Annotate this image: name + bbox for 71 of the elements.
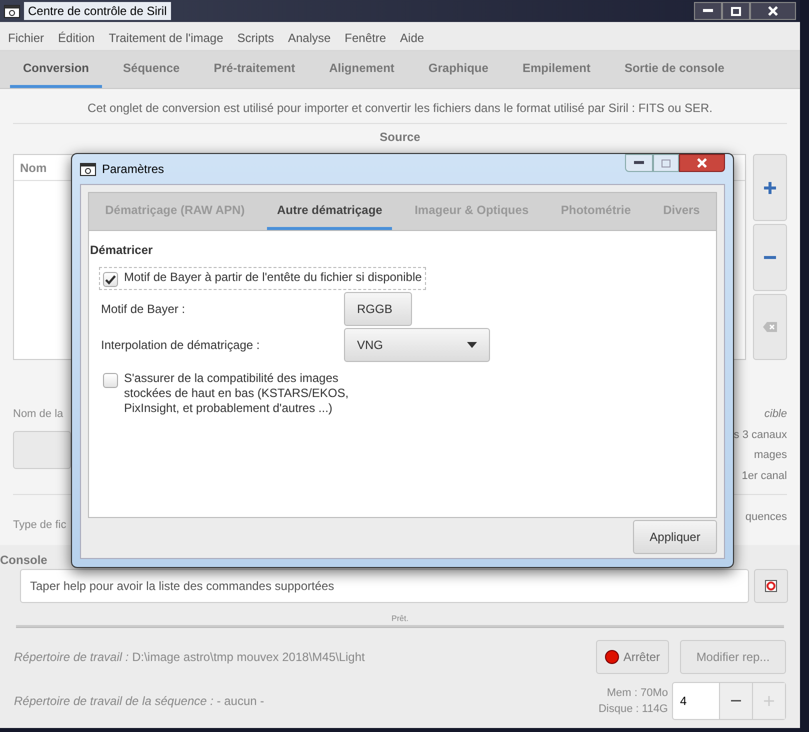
minus-icon — [731, 700, 741, 702]
checkbox[interactable] — [103, 272, 118, 287]
checkbox-label: Motif de Bayer à partir de l'entête du fichier si disponible — [124, 270, 422, 285]
close-button[interactable] — [750, 2, 796, 20]
tab[interactable]: Séquence — [110, 51, 193, 88]
checkbox-row[interactable]: S'assurer de la compatibilité des images stockées de haut en bas (KSTARS/EKOS, PixInsight, et probablement d'autres ...) — [99, 368, 363, 419]
memory-text: Mem : 70Mo — [606, 686, 668, 700]
option-label: mages — [754, 448, 787, 463]
check-icon — [105, 274, 116, 284]
column-header[interactable]: Nom — [20, 158, 47, 176]
checkbox[interactable] — [103, 373, 118, 388]
tab[interactable]: Sortie de console — [611, 51, 738, 88]
text-field[interactable] — [13, 430, 71, 468]
menu-item[interactable]: Édition — [58, 28, 95, 46]
console-label: Console — [0, 552, 48, 569]
checkbox-row[interactable]: Motif de Bayer à partir de l'entête du fichier si disponible — [99, 267, 426, 290]
lifebuoy-icon — [765, 580, 777, 592]
dropdown[interactable]: VNG — [344, 328, 490, 362]
minimize-button[interactable] — [694, 2, 722, 20]
minimize-icon — [634, 161, 644, 165]
menu-item[interactable]: Aide — [400, 28, 424, 46]
plus-icon — [764, 182, 776, 194]
menu-item[interactable]: Analyse — [288, 28, 331, 46]
maximize-button[interactable] — [722, 2, 750, 20]
plus-icon — [764, 696, 774, 706]
window-title: Centre de contrôle de Siril — [24, 2, 171, 20]
tab[interactable]: Pré-traitement — [200, 51, 308, 88]
dialog-title: Paramètres — [102, 161, 164, 178]
minus-icon — [764, 256, 776, 260]
disk-text: Disque : 114G — [598, 702, 668, 717]
close-icon — [768, 6, 778, 16]
tab[interactable]: Empilement — [509, 51, 604, 88]
apply-button[interactable]: Appliquer — [633, 520, 717, 554]
clear-icon — [763, 322, 777, 332]
field-label: Interpolation de dématriçage : — [101, 337, 261, 354]
menu-item[interactable]: Scripts — [237, 28, 274, 46]
option-label: quences — [745, 510, 787, 525]
console-icon-button[interactable] — [754, 569, 788, 603]
menu-item[interactable]: Traitement de l'image — [108, 28, 224, 46]
status-text: Prêt. — [390, 613, 410, 625]
caret-icon — [467, 342, 477, 348]
field-label: Nom de la — [13, 407, 64, 422]
menu-item[interactable]: Fenêtre — [344, 28, 386, 46]
field-label: Motif de Bayer : — [101, 301, 186, 318]
console-input[interactable]: Taper help pour avoir la liste des commandes supportées — [20, 569, 749, 603]
checkbox-label: S'assurer de la compatibilité des images stockées de haut en bas (KSTARS/EKOS, PixInsight, et probablement d'autres ...) — [124, 371, 350, 416]
app-icon — [80, 162, 96, 176]
add-button[interactable] — [753, 154, 787, 221]
dropdown[interactable]: RGGB — [344, 292, 412, 326]
app-icon — [4, 4, 20, 18]
sequence-directory: Répertoire de travail de la séquence : - aucun - — [14, 693, 266, 710]
stop-button[interactable]: Arrêter — [596, 640, 669, 674]
section-heading: Dématricer — [90, 242, 154, 259]
close-button[interactable] — [679, 154, 725, 172]
section-heading: Source — [378, 129, 422, 146]
option-label: s 3 canaux — [734, 428, 787, 442]
option-label: 1er canal — [742, 468, 787, 484]
minimize-icon — [703, 9, 713, 13]
tab[interactable]: Graphique — [415, 51, 502, 88]
option-label: cible — [764, 407, 787, 422]
stop-icon — [605, 650, 620, 664]
working-directory: Répertoire de travail : D:\image astro\tmp mouvex 2018\M45\Light — [14, 649, 366, 666]
close-icon — [697, 158, 707, 168]
spinner-value: 4 — [679, 693, 688, 710]
maximize-icon — [731, 6, 741, 16]
menu-item[interactable]: Fichier — [8, 28, 44, 46]
info-text: Cet onglet de conversion est utilisé pour importer et convertir les fichiers dans le format utilisé par Siril : FITS ou SER. — [86, 100, 714, 117]
maximize-icon — [661, 158, 671, 168]
minimize-button[interactable] — [625, 154, 653, 172]
tab[interactable]: Alignement — [316, 51, 408, 88]
field-label: Type de fic — [13, 518, 66, 533]
